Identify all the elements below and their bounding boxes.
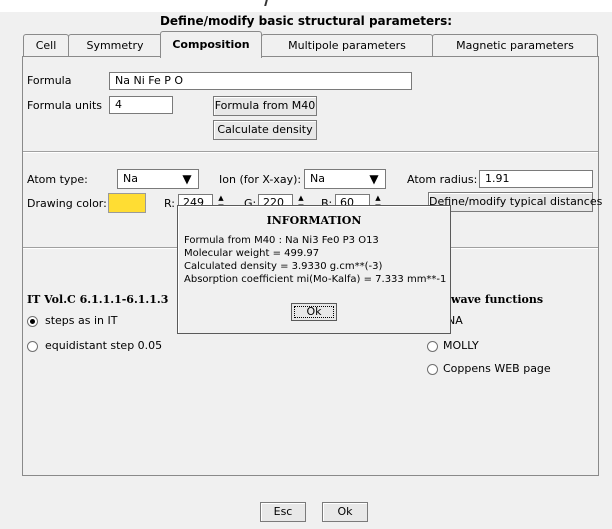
radio-steps-as-in-it[interactable] [27, 316, 38, 327]
ok-button[interactable]: Ok [322, 502, 368, 522]
tab-multipole-parameters[interactable]: Multipole parameters [261, 34, 433, 57]
information-popup: INFORMATION Formula from M40 : Na Ni3 Fe… [177, 205, 451, 334]
itvol-label: IT Vol.C 6.1.1.1-6.1.1.3 [27, 293, 169, 306]
radio-coppens-web-page[interactable] [427, 364, 438, 375]
formula-label: Formula [27, 74, 72, 87]
chevron-down-icon[interactable]: ▼ [176, 170, 198, 188]
formula-input[interactable]: Na Ni Fe P O [109, 72, 412, 90]
tab-composition[interactable]: Composition [160, 31, 262, 58]
esc-button[interactable]: Esc [260, 502, 306, 522]
coppens-web-page-label: Coppens WEB page [443, 362, 551, 375]
formula-units-input[interactable]: 4 [109, 96, 173, 114]
define-typical-distances-button[interactable]: Define/modify typical distances [428, 192, 602, 212]
chevron-down-icon[interactable]: ▼ [363, 170, 385, 188]
ion-value: Na [310, 172, 325, 185]
r-label: R: [164, 197, 176, 210]
dialog-title: Define/modify basic structural parameter… [159, 14, 453, 28]
tab-magnetic-parameters[interactable]: Magnetic parameters [432, 34, 598, 57]
ion-select[interactable]: Na ▼ [304, 169, 386, 189]
calculate-density-button[interactable]: Calculate density [213, 120, 317, 140]
formula-units-label: Formula units [27, 99, 103, 112]
info-line-formula: Formula from M40 : Na Ni3 Fe0 P3 O13 [184, 235, 379, 246]
atom-radius-input[interactable]: 1.91 [479, 170, 593, 188]
molly-label: MOLLY [443, 339, 479, 352]
formula-from-m40-button[interactable]: Formula from M40 [213, 96, 317, 116]
ion-label: Ion (for X-xay): [219, 173, 302, 186]
radio-equidistant-step[interactable] [27, 341, 38, 352]
info-line-absorption: Absorption coefficient mi(Mo-Kalfa) = 7.… [184, 274, 447, 285]
equidistant-step-label: equidistant step 0.05 [45, 339, 163, 352]
information-title: INFORMATION [266, 214, 362, 227]
info-line-density: Calculated density = 3.9330 g.cm**(-3) [184, 261, 383, 272]
info-ok-button[interactable]: Ok [291, 303, 337, 321]
cursor-mark [264, 0, 278, 6]
divider [23, 151, 598, 153]
drawing-color-swatch[interactable] [108, 193, 146, 213]
atom-radius-label: Atom radius: [407, 173, 478, 186]
wave-functions-label: wave functions [451, 293, 544, 306]
atom-type-value: Na [123, 172, 138, 185]
radio-molly[interactable] [427, 341, 438, 352]
steps-as-in-it-label: steps as in IT [45, 314, 118, 327]
info-line-molecular-weight: Molecular weight = 499.97 [184, 248, 320, 259]
drawing-color-label: Drawing color: [27, 197, 107, 210]
atom-type-label: Atom type: [27, 173, 88, 186]
tab-symmetry[interactable]: Symmetry [68, 34, 162, 57]
tab-cell[interactable]: Cell [23, 34, 69, 57]
atom-type-select[interactable]: Na ▼ [117, 169, 199, 189]
dialog-window: Define/modify basic structural parameter… [0, 0, 612, 529]
top-strip [0, 0, 612, 12]
